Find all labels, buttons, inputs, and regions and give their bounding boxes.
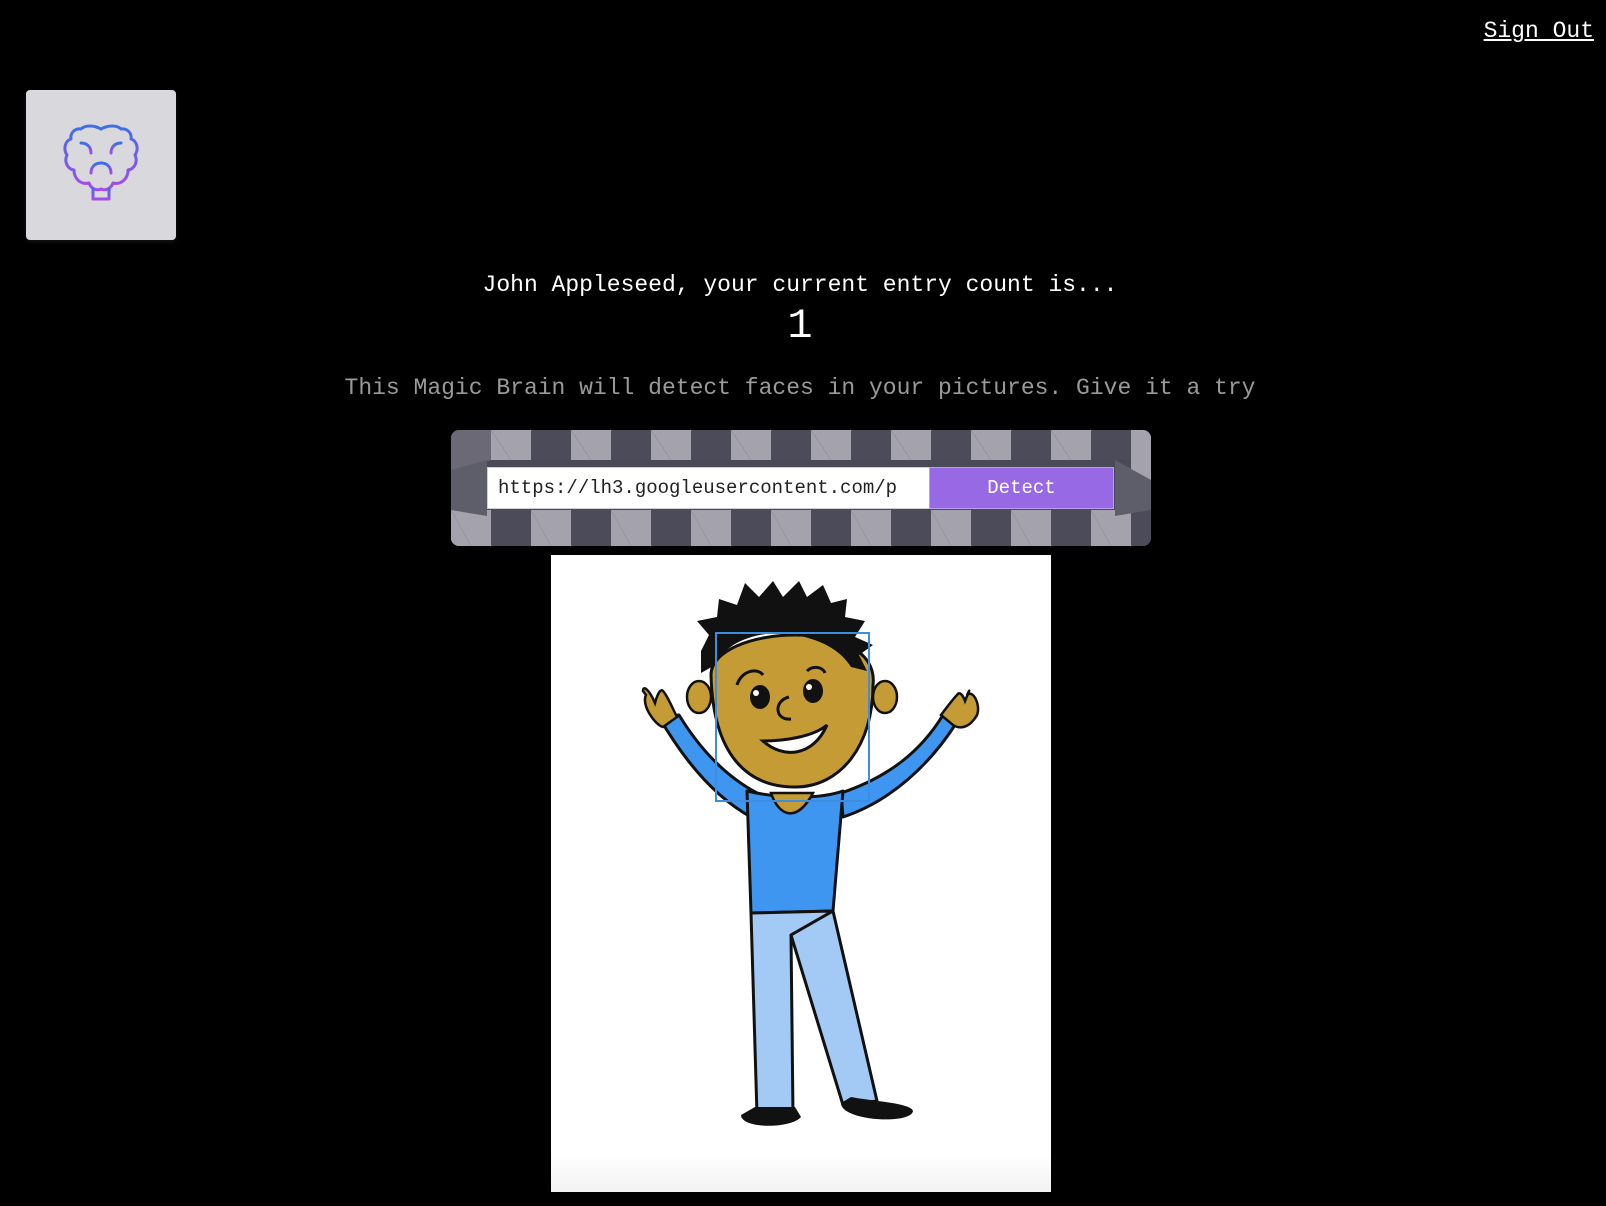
- sign-out-link[interactable]: Sign Out: [1484, 18, 1594, 44]
- intro-text: This Magic Brain will detect faces in yo…: [344, 375, 1256, 401]
- image-link-form: Detect: [451, 430, 1151, 546]
- face-bounding-box: [715, 632, 870, 802]
- entry-count: 1: [787, 302, 813, 350]
- result-image: [551, 555, 1051, 1192]
- logo-tilt-card[interactable]: [26, 90, 176, 240]
- image-url-input[interactable]: [487, 467, 931, 509]
- app-root: Sign Out John Appleseed, your current en…: [0, 0, 1606, 1206]
- image-fade: [551, 1152, 1051, 1192]
- detect-button[interactable]: Detect: [929, 467, 1114, 509]
- entry-greeting: John Appleseed, your current entry count…: [482, 272, 1118, 298]
- brain-icon: [63, 124, 139, 205]
